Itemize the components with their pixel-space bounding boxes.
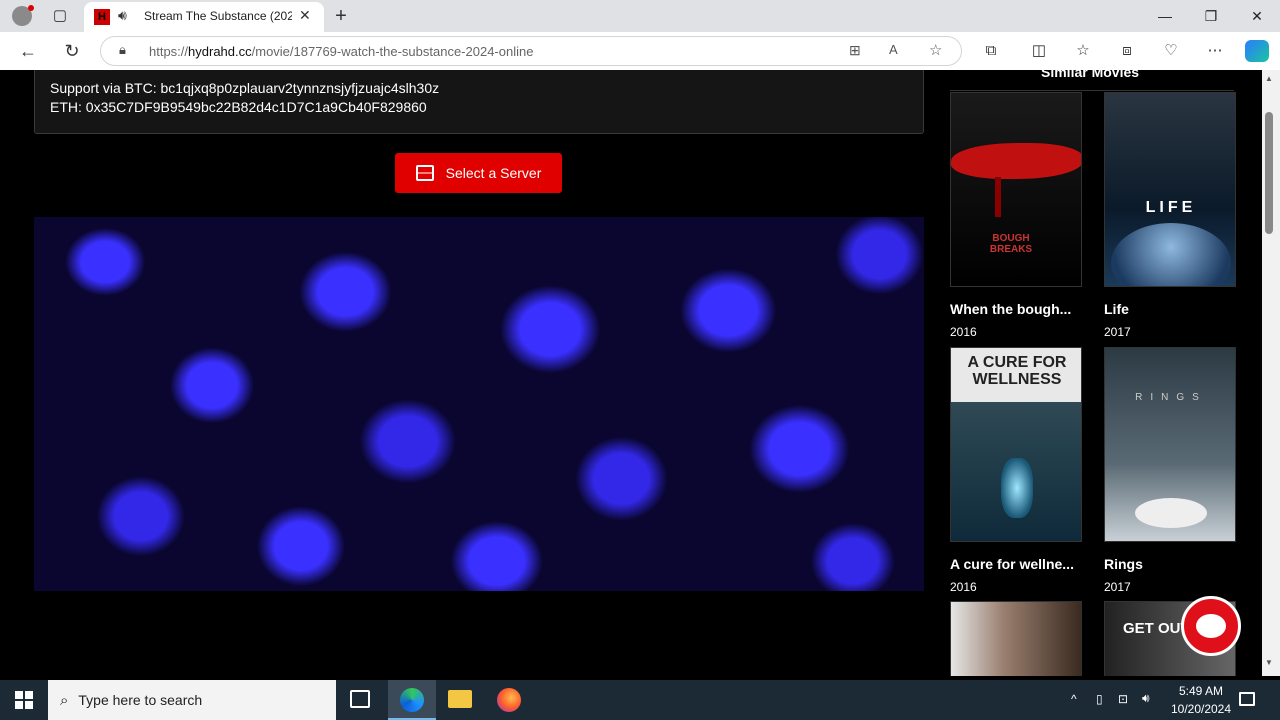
close-window-button[interactable]: ✕ xyxy=(1234,0,1280,32)
poster-title-text: A CURE FOR WELLNESS xyxy=(967,354,1067,388)
address-bar[interactable]: 🔒︎ https://hydrahd.cc/movie/187769-watch… xyxy=(100,36,962,66)
site-favicon-icon: H xyxy=(94,9,110,25)
extensions-icon[interactable]: ⧉ xyxy=(976,36,1006,66)
movie-card[interactable] xyxy=(950,601,1082,676)
movie-poster[interactable]: BOUGH BREAKS xyxy=(950,92,1082,287)
active-tab[interactable]: H 🔊︎ Stream The Substance (2024 ✕ xyxy=(84,2,324,32)
favorites-icon[interactable]: ☆ xyxy=(1068,36,1098,66)
chat-widget-button[interactable] xyxy=(1181,596,1241,656)
tab-title: Stream The Substance (2024 xyxy=(144,9,292,23)
more-menu-icon[interactable]: ⋯ xyxy=(1200,36,1230,66)
chat-icon xyxy=(1196,614,1226,638)
refresh-icon[interactable]: ↻ xyxy=(57,36,87,66)
tab-actions-icon[interactable]: ▢ xyxy=(45,1,75,31)
movie-title[interactable]: Life xyxy=(1104,301,1236,317)
poster-title-text: BOUGH BREAKS xyxy=(989,233,1033,255)
edge-taskbar-icon[interactable] xyxy=(388,680,436,720)
browser-essentials-icon[interactable]: ♡ xyxy=(1156,36,1186,66)
video-player[interactable] xyxy=(34,217,924,591)
search-icon: ⌕ xyxy=(60,691,69,709)
file-explorer-icon[interactable] xyxy=(448,690,472,708)
movie-year: 2017 xyxy=(1104,325,1131,339)
movie-title[interactable]: Rings xyxy=(1104,556,1236,572)
movie-card[interactable]: LIFE Life 2017 xyxy=(1104,92,1236,339)
donation-box: Support via BTC: bc1qjxq8p0zplauarv2tynn… xyxy=(34,70,924,134)
split-screen-icon[interactable]: ◫ xyxy=(1024,36,1054,66)
clock-date[interactable]: 10/20/2024 xyxy=(1164,702,1238,716)
volume-icon[interactable]: 🔊︎ xyxy=(1142,691,1150,706)
movie-poster[interactable] xyxy=(950,601,1082,676)
select-server-label: Select a Server xyxy=(445,165,542,181)
scroll-thumb[interactable] xyxy=(1265,112,1273,234)
poster-figure xyxy=(951,143,1081,179)
edge-logo-icon xyxy=(400,688,424,712)
app-available-icon[interactable]: ⊞ xyxy=(849,42,861,59)
movie-year: 2017 xyxy=(1104,580,1131,594)
movie-card[interactable]: RINGS Rings 2017 xyxy=(1104,347,1236,594)
audio-playing-icon[interactable]: 🔊︎ xyxy=(118,7,127,24)
movie-poster[interactable]: LIFE xyxy=(1104,92,1236,287)
lock-icon: 🔒︎ xyxy=(119,42,126,57)
clock-time[interactable]: 5:49 AM xyxy=(1172,684,1230,698)
eth-address: ETH: 0x35C7DF9B9549bc22B82d4c1D7C1a9Cb40… xyxy=(50,99,427,115)
poster-figure xyxy=(1135,498,1207,528)
network-icon[interactable]: ⊡ xyxy=(1118,692,1128,706)
minimize-button[interactable]: — xyxy=(1142,0,1188,32)
movie-card[interactable]: A CURE FOR WELLNESS A cure for wellne... … xyxy=(950,347,1082,594)
movie-title[interactable]: A cure for wellne... xyxy=(950,556,1082,572)
poster-title-text: RINGS xyxy=(1135,392,1207,403)
poster-planet xyxy=(1111,223,1231,286)
btc-address: Support via BTC: bc1qjxq8p0zplauarv2tynn… xyxy=(50,80,440,96)
search-placeholder: Type here to search xyxy=(78,692,203,708)
movie-card[interactable]: BOUGH BREAKS When the bough... 2016 xyxy=(950,92,1082,339)
notification-dot xyxy=(28,5,34,11)
copilot-icon[interactable] xyxy=(1245,40,1269,62)
restore-button[interactable]: ❐ xyxy=(1188,0,1234,32)
movie-title[interactable]: When the bough... xyxy=(950,301,1082,317)
server-icon xyxy=(415,165,434,181)
similar-movies-heading: Similar Movies xyxy=(1041,70,1140,80)
url-text: https://hydrahd.cc/movie/187769-watch-th… xyxy=(149,44,533,59)
taskbar-search[interactable]: ⌕ Type here to search xyxy=(48,680,336,720)
poster-title-text: LIFE xyxy=(1145,199,1197,216)
read-aloud-icon[interactable]: A xyxy=(889,42,898,57)
start-icon[interactable] xyxy=(15,691,33,709)
favorite-star-icon[interactable]: ☆ xyxy=(929,41,942,59)
movie-poster[interactable]: A CURE FOR WELLNESS xyxy=(950,347,1082,542)
collections-icon[interactable]: ⧈ xyxy=(1112,36,1142,66)
new-tab-icon[interactable]: + xyxy=(326,1,356,31)
url-host: hydrahd.cc xyxy=(188,44,252,59)
divider xyxy=(950,90,1234,91)
notifications-icon[interactable] xyxy=(1239,692,1255,706)
poster-title-text: GET OUT xyxy=(1123,620,1190,637)
movie-poster[interactable]: RINGS xyxy=(1104,347,1236,542)
select-server-button[interactable]: Select a Server xyxy=(395,153,562,193)
scroll-down-icon[interactable]: ▼ xyxy=(1265,658,1273,667)
url-path: /movie/187769-watch-the-substance-2024-o… xyxy=(251,44,534,59)
web-page: Support via BTC: bc1qjxq8p0zplauarv2tynn… xyxy=(4,70,1262,676)
poster-drip xyxy=(995,177,1001,217)
tab-close-icon[interactable]: ✕ xyxy=(299,7,311,24)
device-icon[interactable]: ▯ xyxy=(1096,692,1103,706)
movie-year: 2016 xyxy=(950,325,977,339)
movie-year: 2016 xyxy=(950,580,977,594)
url-prefix: https:// xyxy=(149,44,189,59)
scroll-up-icon[interactable]: ▲ xyxy=(1265,74,1273,83)
poster-figure xyxy=(1001,458,1033,518)
firefox-icon[interactable] xyxy=(497,688,521,712)
back-icon[interactable]: ← xyxy=(13,36,43,66)
task-view-icon[interactable] xyxy=(350,690,370,708)
show-hidden-icons-icon[interactable]: ^ xyxy=(1071,692,1077,706)
